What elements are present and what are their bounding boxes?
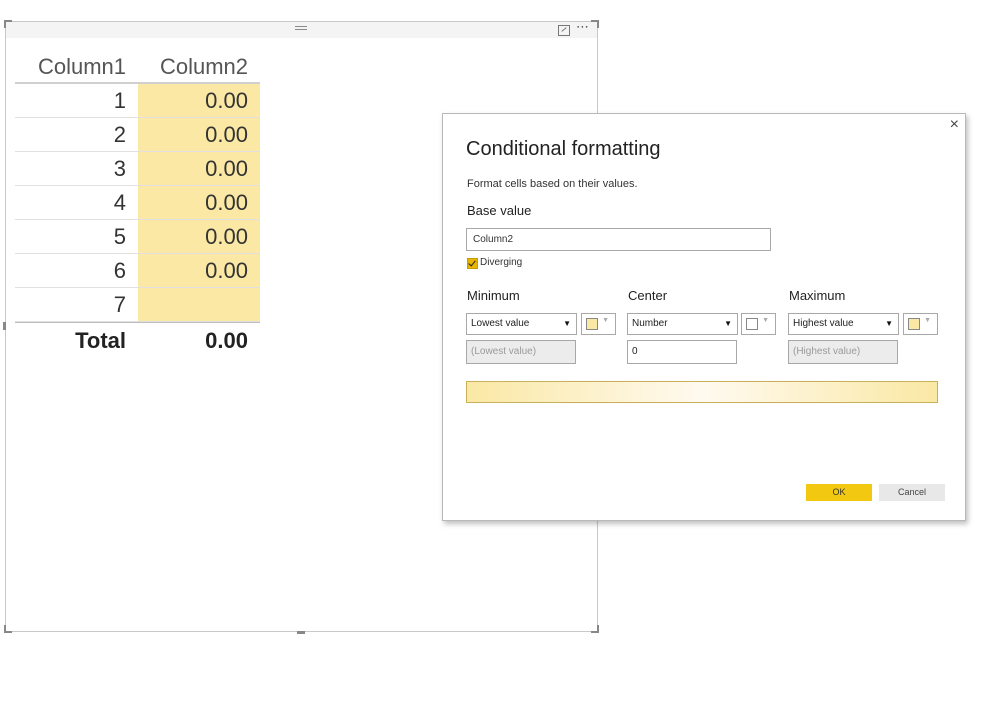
center-label: Center: [628, 288, 668, 303]
center-value-input[interactable]: 0: [627, 340, 737, 364]
diverging-checkbox[interactable]: [467, 258, 478, 269]
close-icon[interactable]: ×: [950, 116, 959, 134]
table-cell: 0.00: [138, 84, 260, 117]
table-cell: 7: [113, 292, 126, 317]
conditional-formatting-dialog: × Conditional formatting Format cells ba…: [442, 113, 966, 521]
table-row: 2 0.00: [15, 118, 260, 152]
center-color-picker[interactable]: ▼: [741, 313, 776, 335]
minimum-label: Minimum: [467, 288, 520, 303]
table-cell: 0.00: [138, 220, 260, 253]
total-value: 0.00: [138, 323, 260, 359]
more-options-icon[interactable]: ⋯: [576, 20, 589, 35]
table-cell: 0.00: [138, 118, 260, 151]
resize-handle-top-left[interactable]: [4, 20, 12, 28]
table-cell: 6: [113, 258, 126, 283]
dropdown-arrow-icon: ▼: [762, 317, 769, 324]
table-row: 6 0.00: [15, 254, 260, 288]
resize-handle-bottom-left[interactable]: [4, 625, 12, 633]
dropdown-arrow-icon: ▼: [885, 319, 893, 328]
table-cell: 0.00: [138, 152, 260, 185]
ok-button[interactable]: OK: [806, 484, 872, 501]
diverging-label[interactable]: Diverging: [480, 257, 522, 268]
table-cell: 0.00: [138, 254, 260, 287]
dropdown-arrow-icon: ▼: [924, 317, 931, 324]
base-value-label: Base value: [467, 203, 532, 218]
table-header-row: Column1 Column2: [15, 52, 260, 84]
resize-handle-bottom[interactable]: [297, 631, 305, 634]
maximum-label: Maximum: [789, 288, 846, 303]
minimum-type-value: Lowest value: [471, 318, 530, 329]
minimum-type-select[interactable]: Lowest value ▼: [466, 313, 577, 335]
color-swatch: [586, 318, 598, 330]
dropdown-arrow-icon: ▼: [563, 319, 571, 328]
column1-header[interactable]: Column1: [15, 52, 138, 82]
table-cell: 2: [113, 122, 126, 147]
cancel-button[interactable]: Cancel: [879, 484, 945, 501]
table-cell: 5: [113, 224, 126, 249]
table-row: 3 0.00: [15, 152, 260, 186]
resize-handle-top-right[interactable]: [591, 20, 599, 28]
minimum-color-picker[interactable]: ▼: [581, 313, 616, 335]
focus-mode-icon[interactable]: [558, 25, 570, 36]
table-cell: 1: [113, 88, 126, 113]
center-type-select[interactable]: Number ▼: [627, 313, 738, 335]
maximum-color-picker[interactable]: ▼: [903, 313, 938, 335]
dialog-title: Conditional formatting: [466, 138, 661, 160]
dropdown-arrow-icon: ▼: [724, 319, 732, 328]
dropdown-arrow-icon: ▼: [602, 317, 609, 324]
table-total-row: Total 0.00: [15, 322, 260, 359]
drag-handle-icon[interactable]: [295, 24, 307, 32]
color-swatch: [746, 318, 758, 330]
table-row: 7: [15, 288, 260, 322]
center-type-value: Number: [632, 318, 668, 329]
maximum-type-select[interactable]: Highest value ▼: [788, 313, 899, 335]
color-swatch: [908, 318, 920, 330]
table-cell: [138, 288, 260, 321]
color-scale-preview: [466, 381, 938, 403]
table-cell: 3: [113, 156, 126, 181]
total-label: Total: [15, 323, 138, 359]
maximum-type-value: Highest value: [793, 318, 854, 329]
table-row: 5 0.00: [15, 220, 260, 254]
table-row: 4 0.00: [15, 186, 260, 220]
base-value-field[interactable]: Column2: [466, 228, 771, 251]
dialog-description: Format cells based on their values.: [467, 178, 638, 190]
resize-handle-left[interactable]: [3, 322, 6, 330]
column2-header[interactable]: Column2: [138, 52, 260, 82]
data-table: Column1 Column2 1 0.00 2 0.00 3 0.00 4 0…: [15, 52, 260, 359]
resize-handle-bottom-right[interactable]: [591, 625, 599, 633]
minimum-value-input: (Lowest value): [466, 340, 576, 364]
maximum-value-input: (Highest value): [788, 340, 898, 364]
table-cell: 4: [113, 190, 126, 215]
table-row: 1 0.00: [15, 84, 260, 118]
table-cell: 0.00: [138, 186, 260, 219]
